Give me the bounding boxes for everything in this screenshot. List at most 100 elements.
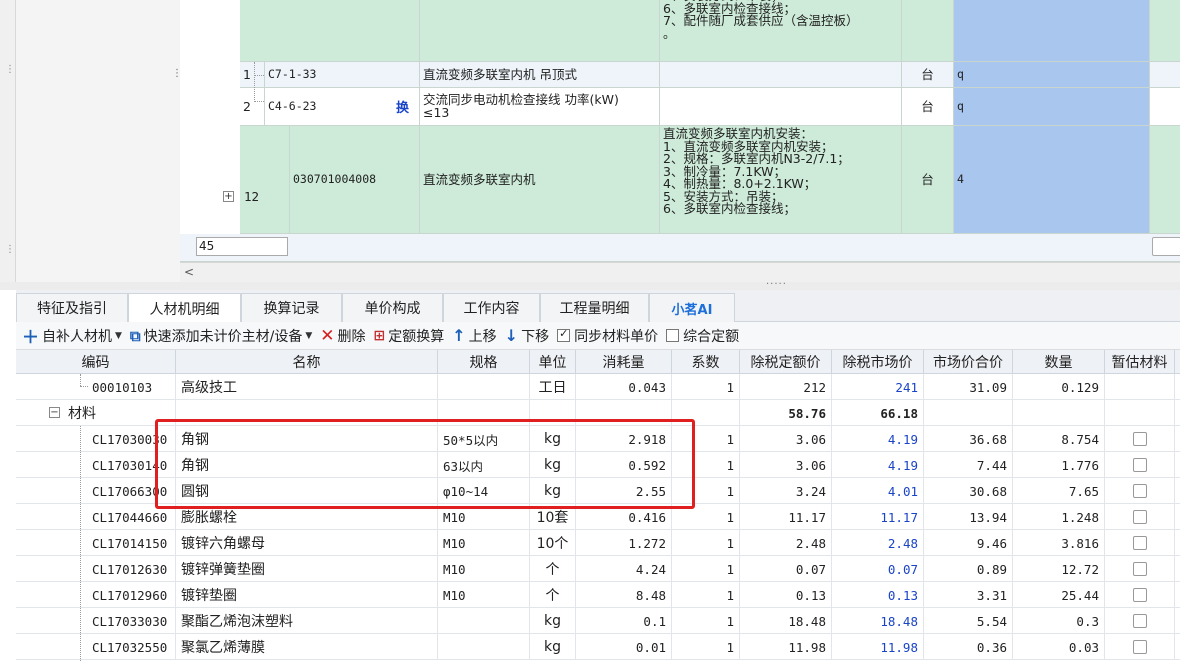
table-row[interactable]: CL17030140 角钢 63以内 kg 0.592 1 3.06 4.19 7.44 1.77… <box>16 452 1180 478</box>
cell-unit[interactable]: 工日 <box>530 374 576 400</box>
cell-market-total[interactable]: 30.68 <box>924 478 1013 504</box>
cell-consumption[interactable] <box>576 400 672 426</box>
column-header-coefficient[interactable]: 系数 <box>672 350 740 374</box>
bill-name[interactable]: 直流变频多联室内机 <box>420 126 660 234</box>
column-header-provisional[interactable]: 暂估材料 <box>1105 350 1175 374</box>
cell-name[interactable]: 膨胀螺栓 <box>176 504 438 530</box>
cell-quantity[interactable]: 12.72 <box>1013 556 1105 582</box>
cell-code[interactable]: CL17044660 <box>16 504 176 530</box>
column-header-quantity[interactable]: 数量 <box>1013 350 1105 374</box>
column-header-code[interactable]: 编码 <box>16 350 176 374</box>
cell-market-price[interactable]: 11.98 <box>832 634 924 660</box>
dropdown-icon[interactable]: ▼ <box>305 331 312 341</box>
tab-conversion-records[interactable]: 换算记录 <box>241 293 342 322</box>
cell-consumption[interactable]: 0.01 <box>576 634 672 660</box>
cell-unit[interactable]: kg <box>530 478 576 504</box>
cell-spec[interactable]: φ10~14 <box>438 478 530 504</box>
quantity-cell[interactable]: q <box>954 62 1150 88</box>
cell-spec[interactable] <box>438 400 530 426</box>
cell-extra[interactable] <box>1175 608 1180 634</box>
bill-code[interactable]: 030701004008 <box>290 126 420 234</box>
cell-code[interactable]: CL17030140 <box>16 452 176 478</box>
checkbox-icon[interactable] <box>666 329 680 342</box>
cell-quantity[interactable]: 1.248 <box>1013 504 1105 530</box>
cell-unit[interactable]: 个 <box>530 556 576 582</box>
column-header-unit[interactable]: 单位 <box>530 350 576 374</box>
cell-market-price[interactable]: 0.07 <box>832 556 924 582</box>
table-row[interactable]: CL17066300 圆钢 φ10~14 kg 2.55 1 3.24 4.01 30.68 7.… <box>16 478 1180 504</box>
cell-coefficient[interactable]: 1 <box>672 582 740 608</box>
cell-unit[interactable]: kg <box>530 426 576 452</box>
quantity-cell[interactable]: 4 <box>954 126 1150 234</box>
unit-cell[interactable]: 台 <box>902 126 954 234</box>
cell-quantity[interactable]: 0.129 <box>1013 374 1105 400</box>
cell-market-price[interactable]: 0.13 <box>832 582 924 608</box>
grid-cell[interactable] <box>290 0 420 62</box>
cell-quota-price[interactable]: 18.48 <box>740 608 832 634</box>
move-down-button[interactable]: ↓ 下移 <box>505 326 549 346</box>
cell-extra[interactable] <box>1175 426 1180 452</box>
cell-name[interactable]: 镀锌弹簧垫圈 <box>176 556 438 582</box>
dropdown-icon[interactable]: ▼ <box>115 331 122 341</box>
cell-market-total[interactable]: 5.54 <box>924 608 1013 634</box>
cell-extra[interactable] <box>1175 556 1180 582</box>
cell-coefficient[interactable]: 1 <box>672 530 740 556</box>
horizontal-scrollbar[interactable]: < <box>180 262 1180 282</box>
combined-quota-checkbox[interactable]: 综合定额 <box>666 326 739 346</box>
cell-name[interactable] <box>176 400 438 426</box>
cell-market-total[interactable]: 3.31 <box>924 582 1013 608</box>
cell-provisional[interactable] <box>1105 556 1175 582</box>
cell-market-price[interactable]: 18.48 <box>832 608 924 634</box>
expand-icon[interactable]: + <box>223 191 234 202</box>
cell-code[interactable]: CL17032550 <box>16 634 176 660</box>
cell-quota-price[interactable]: 11.98 <box>740 634 832 660</box>
cell-name[interactable]: 高级技工 <box>176 374 438 400</box>
unit-cell[interactable]: 台 <box>902 88 954 126</box>
grid-cell[interactable] <box>1150 126 1180 234</box>
cell-market-total[interactable]: 13.94 <box>924 504 1013 530</box>
cell-quota-price[interactable]: 0.07 <box>740 556 832 582</box>
cell-quantity[interactable]: 0.3 <box>1013 608 1105 634</box>
cell-unit[interactable]: 10个 <box>530 530 576 556</box>
quota-name[interactable]: 直流变频多联室内机 吊顶式 <box>420 62 660 88</box>
cell-quantity[interactable]: 3.816 <box>1013 530 1105 556</box>
grid-cell[interactable] <box>240 126 290 234</box>
cell-consumption[interactable]: 0.1 <box>576 608 672 634</box>
item-description-cell[interactable]: 5、安装方式：吊装； 6、多联室内检查接线； 7、配件随厂成套供应（含温控板） … <box>660 0 902 62</box>
cell-market-total[interactable]: 0.36 <box>924 634 1013 660</box>
grid-cell[interactable] <box>1150 62 1180 88</box>
table-row[interactable]: CL17033030 聚酯乙烯泡沫塑料 kg 0.1 1 18.48 18.48 5.54 0.… <box>16 608 1180 634</box>
cell-consumption[interactable]: 2.918 <box>576 426 672 452</box>
checkbox-icon[interactable] <box>1132 614 1147 628</box>
cell-name[interactable]: 角钢 <box>176 452 438 478</box>
cell-unit[interactable] <box>530 400 576 426</box>
cell-market-price[interactable]: 4.19 <box>832 452 924 478</box>
checkbox-icon[interactable] <box>1132 562 1147 576</box>
grid-cell[interactable] <box>660 62 902 88</box>
cell-quantity[interactable]: 0.03 <box>1013 634 1105 660</box>
cell-provisional[interactable] <box>1105 582 1175 608</box>
cell-provisional[interactable] <box>1105 400 1175 426</box>
cell-extra[interactable] <box>1175 634 1180 660</box>
grid-cell[interactable] <box>954 0 1150 62</box>
cell-consumption[interactable]: 0.043 <box>576 374 672 400</box>
cell-unit[interactable]: kg <box>530 452 576 478</box>
grid-cell[interactable] <box>420 0 660 62</box>
cell-market-price[interactable]: 2.48 <box>832 530 924 556</box>
cell-unit[interactable]: 10套 <box>530 504 576 530</box>
summary-input[interactable] <box>1152 237 1180 256</box>
grid-cell[interactable] <box>1150 0 1180 62</box>
column-header-market-total[interactable]: 市场价合价 <box>924 350 1013 374</box>
unit-cell[interactable]: 台 <box>902 62 954 88</box>
cell-consumption[interactable]: 2.55 <box>576 478 672 504</box>
cell-quota-price[interactable]: 0.13 <box>740 582 832 608</box>
checkbox-icon[interactable] <box>1132 458 1147 472</box>
tab-ai-assistant[interactable]: 小茗AI <box>649 293 735 322</box>
quantity-cell[interactable]: q <box>954 88 1150 126</box>
cell-code[interactable]: 材料 <box>16 400 176 426</box>
cell-consumption[interactable]: 0.416 <box>576 504 672 530</box>
grid-cell[interactable] <box>1150 88 1180 126</box>
cell-extra[interactable] <box>1175 582 1180 608</box>
tab-quantity-detail[interactable]: 工程量明细 <box>540 293 649 322</box>
cell-unit[interactable]: kg <box>530 608 576 634</box>
